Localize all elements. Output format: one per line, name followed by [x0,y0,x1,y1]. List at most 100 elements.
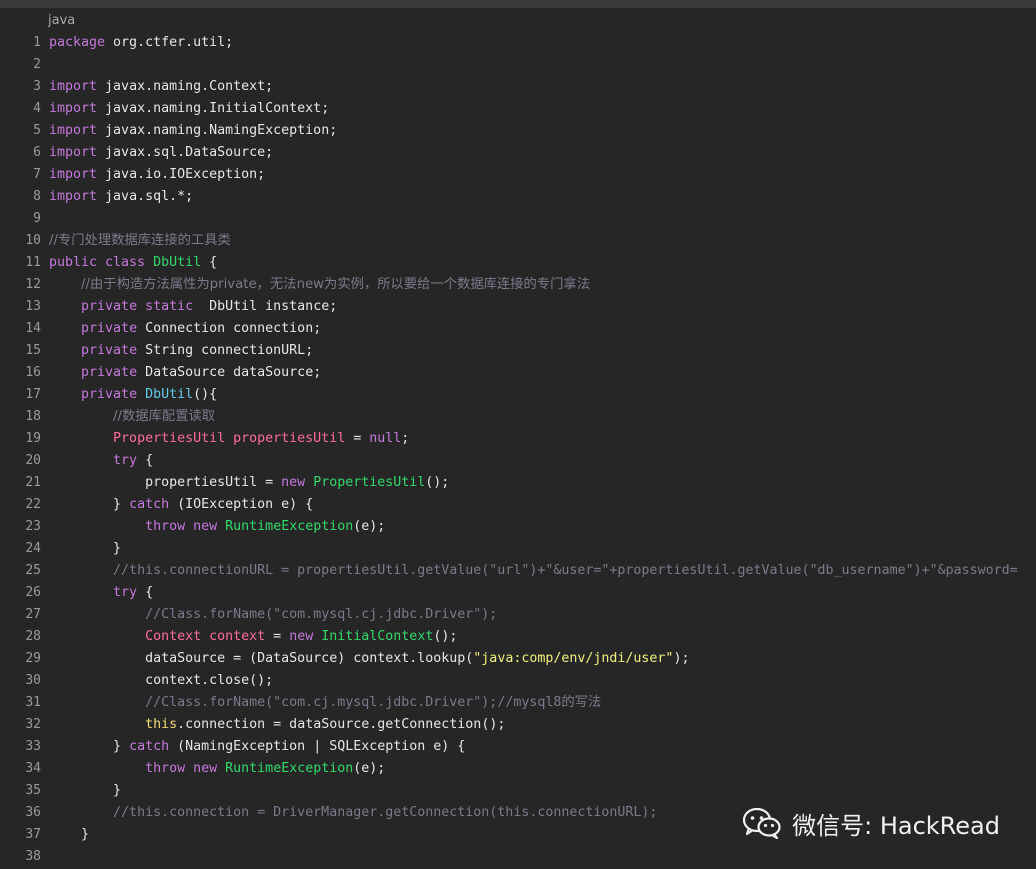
code-line[interactable]: 28 Context context = new InitialContext(… [0,626,1036,648]
line-number: 34 [25,761,41,776]
line-number: 19 [25,431,41,446]
code-editor[interactable]: java 1 package org.ctfer.util; 2 3 import ja… [0,8,1036,869]
code-line[interactable]: 4 import javax.naming.InitialContext; [0,98,1036,120]
window-top-bar [0,0,1036,8]
code-line[interactable]: 35 } [0,780,1036,802]
line-number: 20 [25,453,41,468]
code-line[interactable]: 31 //Class.forName("com.cj.mysql.jdbc.Dr… [0,692,1036,714]
code-token: { [201,255,218,270]
code-text: import javax.naming.NamingException; [49,120,337,142]
code-token: dataSource = (DataSource) context.lookup… [49,651,474,666]
code-line[interactable]: 33 } catch (NamingException | SQLExcepti… [0,736,1036,758]
code-text: propertiesUtil = new PropertiesUtil(); [49,472,449,494]
code-line[interactable]: 27 //Class.forName("com.mysql.cj.jdbc.Dr… [0,604,1036,626]
code-line[interactable]: 1 package org.ctfer.util; [0,32,1036,54]
code-text: private DataSource dataSource; [49,362,321,384]
code-text: Context context = new InitialContext(); [49,626,457,648]
line-number: 30 [25,673,41,688]
line-number: 26 [25,585,41,600]
code-line[interactable]: 23 throw new RuntimeException(e); [0,516,1036,538]
code-text: } [49,824,89,846]
line-number: 33 [25,739,41,754]
code-line[interactable]: 34 throw new RuntimeException(e); [0,758,1036,780]
code-line[interactable]: 16 private DataSource dataSource; [0,362,1036,384]
code-line[interactable]: 29 dataSource = (DataSource) context.loo… [0,648,1036,670]
code-token: ); [673,651,690,666]
code-text: //Class.forName("com.cj.mysql.jdbc.Drive… [49,692,601,714]
line-number: 38 [25,849,41,864]
code-token: } [49,739,130,754]
line-number: 28 [25,629,41,644]
code-token: import [49,123,106,138]
line-number: 15 [25,343,41,358]
code-line[interactable]: 26 try { [0,582,1036,604]
code-text: import java.io.IOException; [49,164,265,186]
line-number: 14 [25,321,41,336]
line-number: 27 [25,607,41,622]
line-number: 36 [25,805,41,820]
code-token: try [113,585,138,600]
code-token: .connection = dataSource.getConnection()… [177,717,506,732]
code-token: private [81,343,138,358]
code-line[interactable]: 3 import javax.naming.Context; [0,76,1036,98]
code-token: new [281,475,306,490]
line-number: 32 [25,717,41,732]
code-line[interactable]: 17 private DbUtil(){ [0,384,1036,406]
code-token: throw new [145,519,218,534]
line-number: 4 [33,101,41,116]
code-line[interactable]: 21 propertiesUtil = new PropertiesUtil()… [0,472,1036,494]
code-token: DbUtil [153,255,202,270]
code-line[interactable]: 5 import javax.naming.NamingException; [0,120,1036,142]
code-block[interactable]: 1 package org.ctfer.util; 2 3 import javax.n… [0,32,1036,868]
code-text: //this.connection = DriverManager.getCon… [49,802,657,824]
code-text: try { [49,582,153,604]
code-line[interactable]: 20 try { [0,450,1036,472]
code-token: //Class.forName("com.mysql.cj.jdbc.Drive… [145,607,498,622]
code-token: DbUtil [145,387,194,402]
code-line[interactable]: 19 PropertiesUtil propertiesUtil = null; [0,428,1036,450]
code-line[interactable]: 13 private static DbUtil instance; [0,296,1036,318]
code-token: } [49,497,130,512]
code-line[interactable]: 8 import java.sql.*; [0,186,1036,208]
line-number: 23 [25,519,41,534]
code-token: //专门处理数据库连接的工具类 [49,233,231,248]
line-number: 17 [25,387,41,402]
code-line[interactable]: 9 [0,208,1036,230]
code-token: (e); [353,519,386,534]
code-line[interactable]: 32 this.connection = dataSource.getConne… [0,714,1036,736]
code-line[interactable]: 6 import javax.sql.DataSource; [0,142,1036,164]
code-token: this [145,717,178,732]
code-line[interactable]: 24 } [0,538,1036,560]
code-line[interactable]: 30 context.close(); [0,670,1036,692]
code-line[interactable]: 18 //数据库配置读取 [0,406,1036,428]
code-line[interactable]: 14 private Connection connection; [0,318,1036,340]
code-line[interactable]: 15 private String connectionURL; [0,340,1036,362]
code-token: } [49,827,90,842]
code-text: } [49,538,121,560]
code-token: = [345,431,370,446]
line-number: 24 [25,541,41,556]
watermark: 微信号: HackRead [742,806,1000,840]
code-line[interactable]: 12 //由于构造方法属性为private，无法new为实例，所以要给一个数据库… [0,274,1036,296]
code-line[interactable]: 2 [0,54,1036,76]
code-token: Context context [145,629,266,644]
code-token: //由于构造方法属性为private，无法new为实例，所以要给一个数据库连接的… [81,277,590,292]
code-token: import [49,167,106,182]
code-text: import javax.sql.DataSource; [49,142,273,164]
code-token: //this.connection = DriverManager.getCon… [113,805,658,820]
code-line[interactable]: 38 [0,846,1036,868]
code-token: DataSource dataSource; [137,365,322,380]
code-line[interactable]: 25 //this.connectionURL = propertiesUtil… [0,560,1036,582]
code-line[interactable]: 22 } catch (IOException e) { [0,494,1036,516]
code-line[interactable]: 7 import java.io.IOException; [0,164,1036,186]
code-line[interactable]: 11 public class DbUtil { [0,252,1036,274]
code-token: propertiesUtil = [49,475,282,490]
code-token: } [49,783,122,798]
code-text: context.close(); [49,670,273,692]
code-line[interactable]: 10 //专门处理数据库连接的工具类 [0,230,1036,252]
